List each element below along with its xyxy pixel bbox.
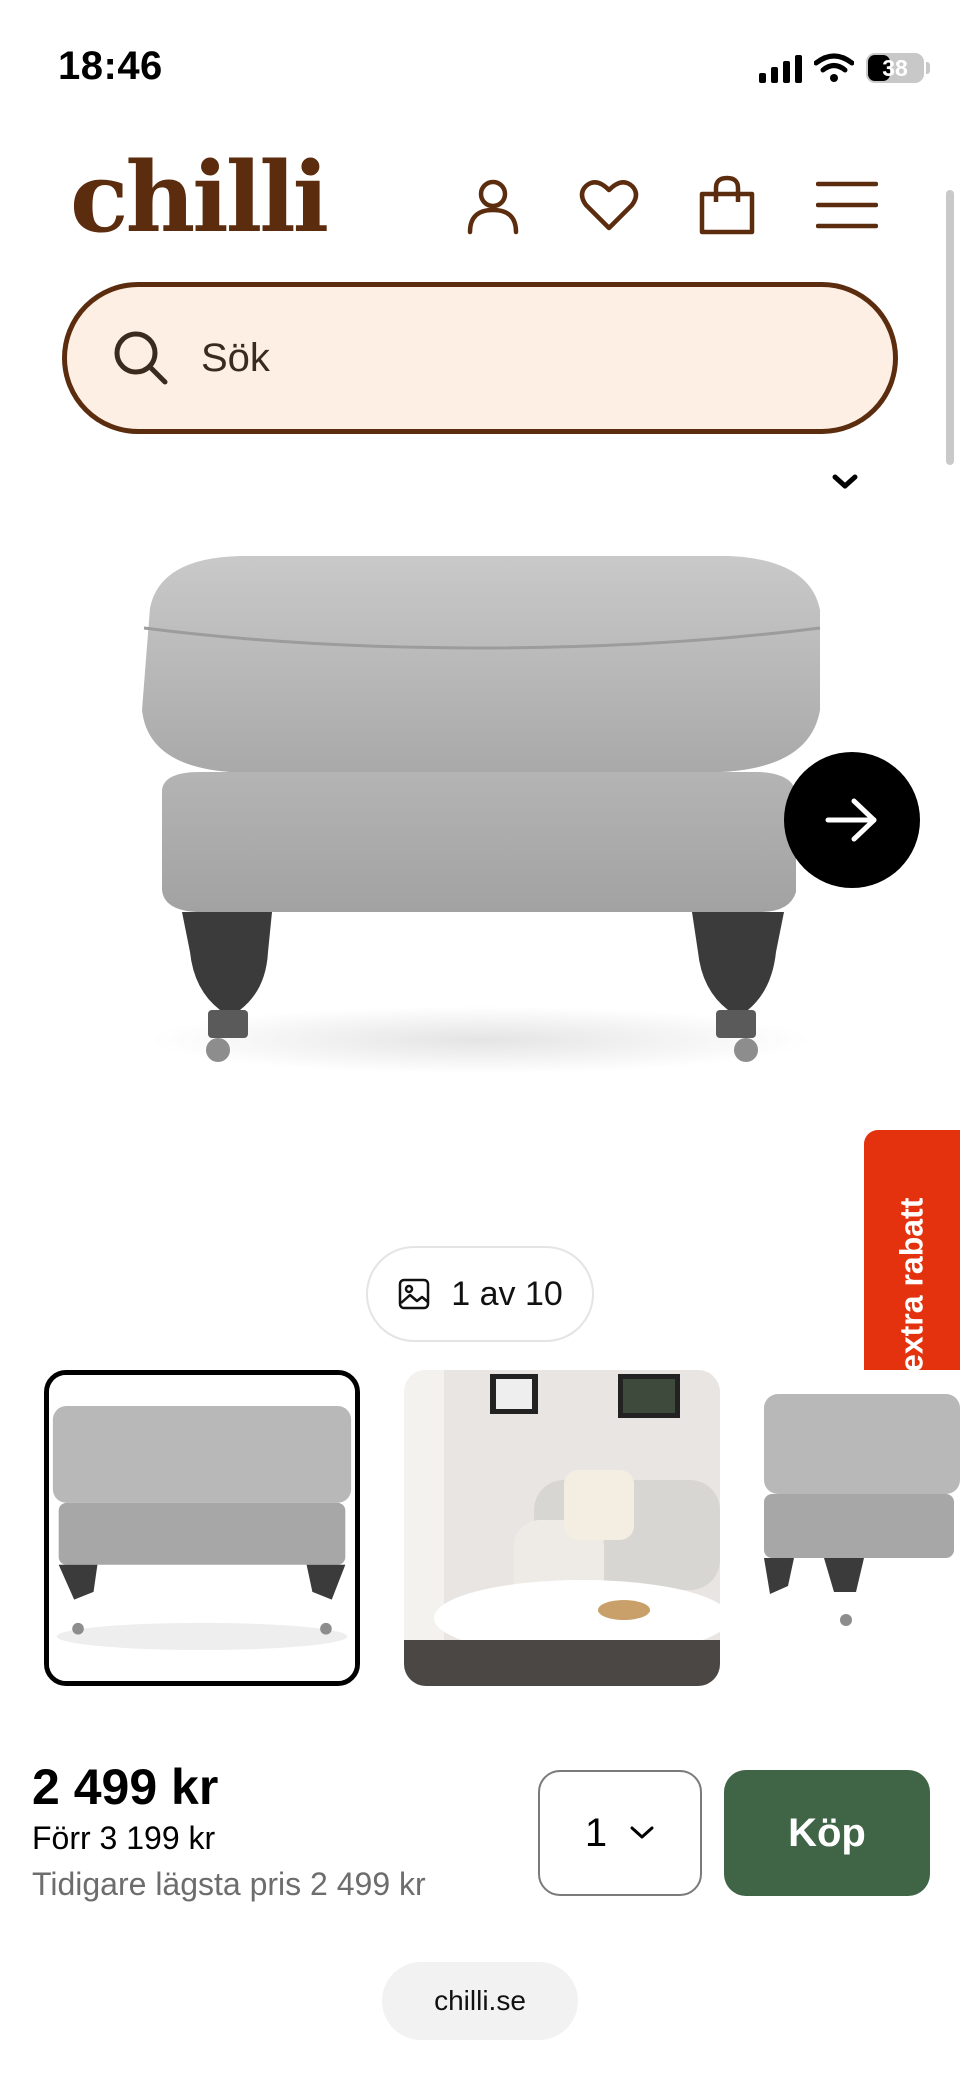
thumbnail-1[interactable] [44, 1370, 360, 1686]
wifi-icon [814, 53, 854, 82]
wishlist-button[interactable] [574, 170, 644, 240]
status-icons: 38 [759, 50, 930, 86]
arrow-right-icon [825, 798, 877, 842]
menu-button[interactable] [812, 170, 882, 240]
chevron-down-icon[interactable] [830, 470, 860, 494]
cellular-signal-icon [759, 53, 802, 83]
quantity-value: 1 [584, 1810, 608, 1855]
image-icon [398, 1278, 430, 1310]
shopping-bag-icon [699, 175, 755, 235]
brand-logo[interactable]: chilli [70, 150, 329, 246]
page-scrollbar[interactable] [946, 190, 954, 465]
thumbnail-ottoman-angle [764, 1370, 960, 1686]
battery-icon: 38 [866, 53, 924, 83]
search-icon [114, 331, 168, 385]
account-button[interactable] [458, 170, 528, 240]
browser-url-bar[interactable]: chilli.se [382, 1962, 578, 2040]
next-image-button[interactable] [784, 752, 920, 888]
battery-cap [926, 62, 930, 74]
user-icon [467, 179, 519, 235]
thumbnail-2[interactable] [404, 1370, 720, 1686]
cart-button[interactable] [692, 170, 762, 240]
status-time: 18:46 [58, 44, 163, 88]
thumbnail-3[interactable] [764, 1370, 960, 1686]
menu-icon [816, 181, 878, 229]
previous-price: Förr 3 199 kr [32, 1820, 216, 1856]
image-counter-text: 1 av 10 [451, 1274, 563, 1313]
current-price: 2 499 kr [32, 1759, 219, 1815]
chevron-down-icon [630, 1826, 654, 1839]
buy-button[interactable]: Köp [724, 1770, 930, 1896]
search-bar[interactable] [62, 282, 898, 434]
search-input[interactable] [201, 335, 801, 381]
product-image [142, 556, 821, 1074]
thumbnail-living-room-scene [404, 1370, 720, 1686]
battery-level: 38 [882, 54, 908, 81]
lowest-price-note: Tidigare lägsta pris 2 499 kr [32, 1866, 426, 1902]
status-bar: 18:46 38 [0, 0, 960, 130]
image-counter[interactable]: 1 av 10 [366, 1246, 594, 1342]
quantity-select[interactable]: 1 [538, 1770, 702, 1896]
thumbnail-ottoman-front [49, 1375, 355, 1681]
heart-icon [579, 180, 639, 231]
